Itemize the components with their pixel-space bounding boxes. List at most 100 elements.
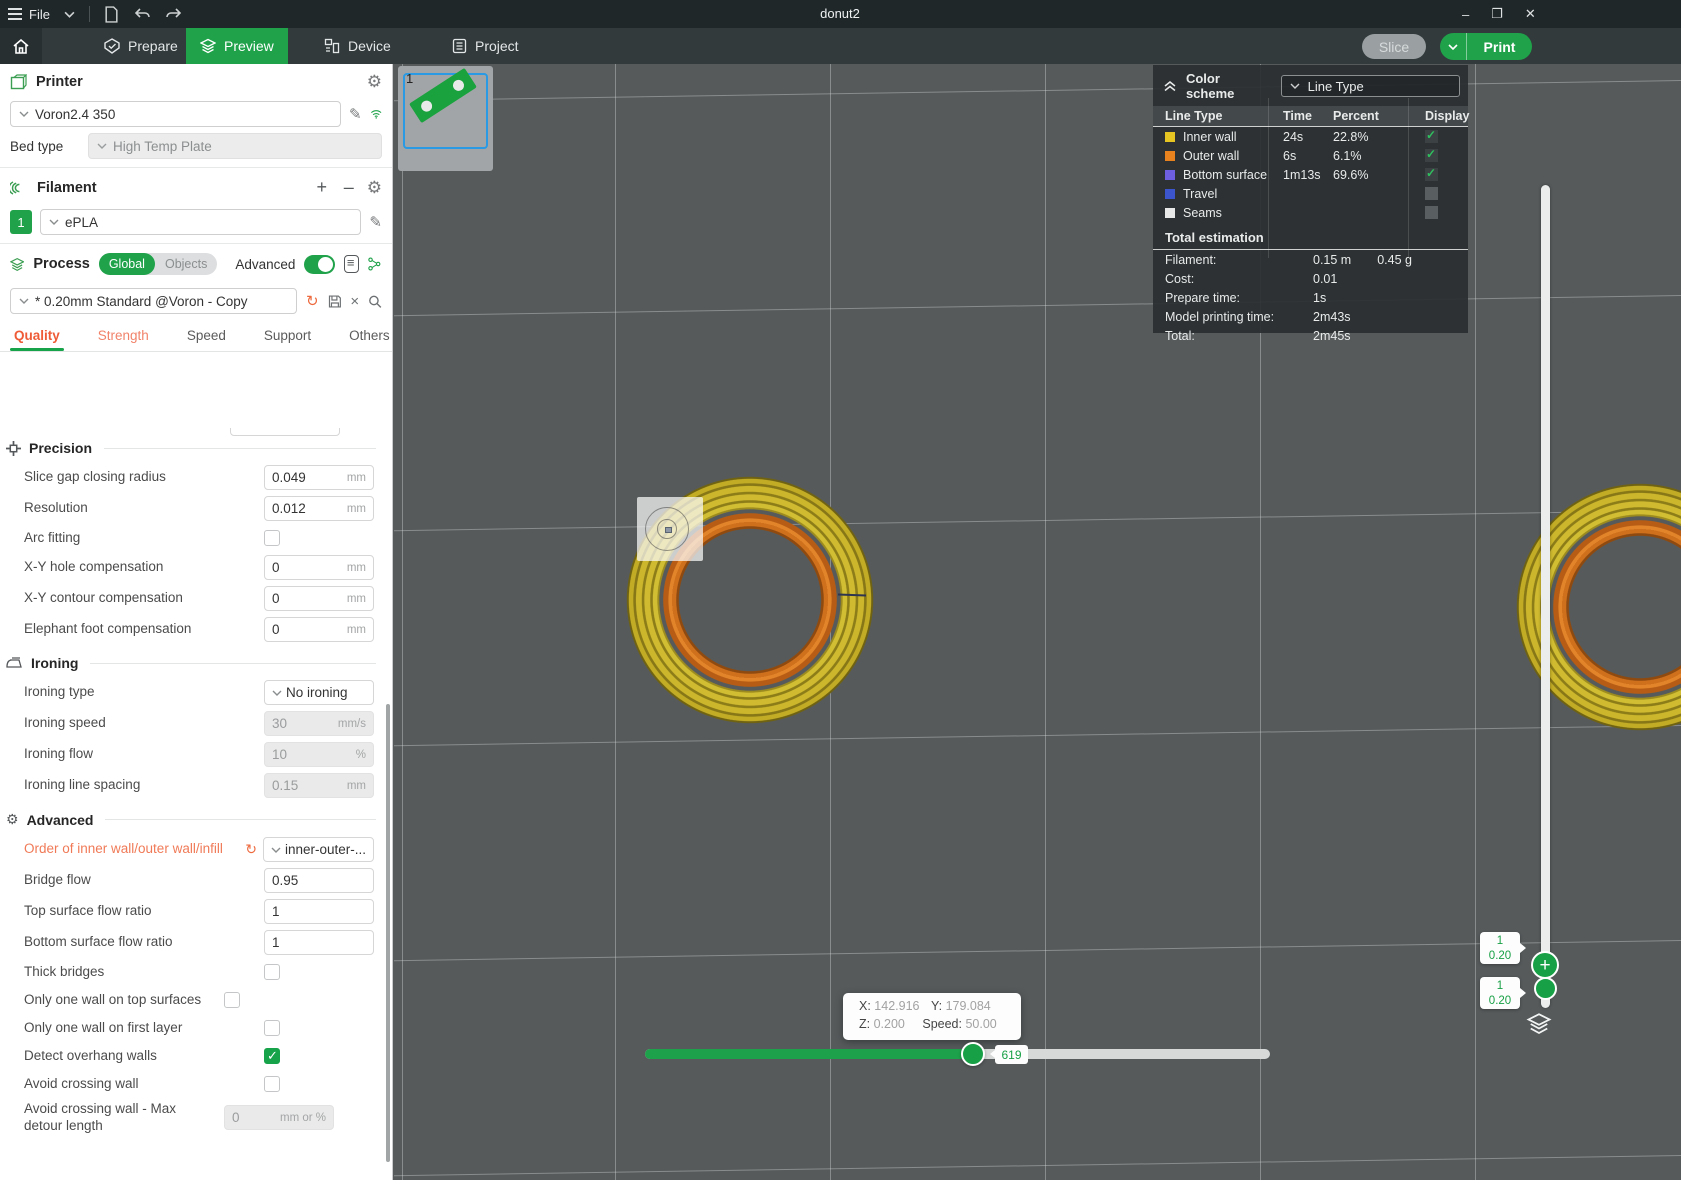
- remove-filament-button[interactable]: –: [340, 177, 358, 198]
- tab-support[interactable]: Support: [264, 324, 311, 351]
- display-checkbox[interactable]: [1425, 206, 1438, 219]
- layer-badge-bottom: 1 0.20: [1480, 977, 1526, 1009]
- slice-button[interactable]: Slice: [1362, 34, 1426, 59]
- filament-settings-gear-icon[interactable]: ⚙: [367, 179, 382, 196]
- setting-row: Resolution 0.012 mm: [0, 493, 384, 524]
- preset-select[interactable]: * 0.20mm Standard @Voron - Copy: [10, 288, 297, 314]
- main-menu-button[interactable]: File: [8, 7, 50, 22]
- preview-3d-viewport[interactable]: 1 Color scheme Line Type Line Type Time …: [394, 64, 1681, 1180]
- resolution-input[interactable]: 0.012 mm: [264, 496, 374, 521]
- arc-fitting-checkbox[interactable]: [264, 530, 280, 546]
- avoid-crossing-wall-checkbox[interactable]: [264, 1076, 280, 1092]
- elephant-foot-compensation-input[interactable]: 0 mm: [264, 617, 374, 642]
- grid-line: [1475, 64, 1476, 1180]
- printer-select[interactable]: Voron2.4 350: [10, 101, 341, 127]
- advanced-toggle[interactable]: [304, 254, 335, 274]
- redo-icon[interactable]: [165, 7, 183, 21]
- tab-speed[interactable]: Speed: [187, 324, 226, 351]
- setting-row: Avoid crossing wall - Max detour length …: [0, 1098, 384, 1138]
- sidebar-scrollbar[interactable]: [386, 704, 390, 1162]
- slice-gap-closing-radius-input[interactable]: 0.049 mm: [264, 465, 374, 490]
- layers-icon[interactable]: [1526, 1012, 1552, 1036]
- layer-slider-track[interactable]: [1541, 185, 1550, 1008]
- bed-type-select[interactable]: High Temp Plate: [88, 133, 382, 159]
- bottom-surface-swatch: [1165, 169, 1175, 180]
- parameter-list-icon[interactable]: [343, 255, 360, 273]
- move-slider-handle[interactable]: [961, 1042, 985, 1066]
- setting-row: Bridge flow 0.95: [0, 865, 384, 896]
- precision-title: Precision: [29, 440, 93, 456]
- display-checkbox[interactable]: [1425, 147, 1438, 162]
- tab-project[interactable]: Project: [438, 28, 533, 64]
- display-checkbox[interactable]: [1425, 166, 1438, 181]
- thick-bridges-checkbox[interactable]: [264, 964, 280, 980]
- plate-thumbnail[interactable]: 1: [398, 66, 493, 171]
- detect-overhang-walls-checkbox[interactable]: [264, 1048, 280, 1064]
- process-graph-icon[interactable]: [368, 256, 382, 272]
- printer-section-header: Printer ⚙: [0, 64, 392, 97]
- tab-device[interactable]: Device: [310, 28, 405, 64]
- close-button[interactable]: ✕: [1525, 6, 1536, 22]
- undo-icon[interactable]: [133, 7, 151, 21]
- wifi-icon[interactable]: [370, 107, 382, 121]
- tab-others[interactable]: Others: [349, 324, 390, 351]
- print-options-chevron[interactable]: [1440, 33, 1467, 60]
- move-slider-track[interactable]: [645, 1049, 1270, 1059]
- only-one-wall-top-checkbox[interactable]: [224, 992, 240, 1008]
- xy-contour-compensation-input[interactable]: 0 mm: [264, 586, 374, 611]
- legend-row: Travel: [1153, 184, 1468, 203]
- total-row: Cost: 0.01: [1165, 271, 1338, 286]
- settings-scroll-area[interactable]: Precision Slice gap closing radius 0.049…: [0, 428, 384, 1180]
- travel-swatch: [1165, 188, 1175, 199]
- ironing-line-spacing-input[interactable]: 0.15 mm: [264, 773, 374, 798]
- bridge-flow-input[interactable]: 0.95: [264, 868, 374, 893]
- tab-prepare[interactable]: Prepare: [90, 28, 192, 64]
- add-filament-button[interactable]: +: [313, 177, 331, 198]
- tab-quality[interactable]: Quality: [10, 324, 64, 351]
- scope-global[interactable]: Global: [98, 253, 155, 275]
- reset-setting-icon[interactable]: ↻: [245, 841, 257, 858]
- setting-row: Top surface flow ratio 1: [0, 896, 384, 927]
- avoid-crossing-max-detour-input[interactable]: 0 mm or %: [224, 1105, 334, 1131]
- maximize-button[interactable]: ❐: [1491, 6, 1503, 22]
- scope-objects[interactable]: Objects: [155, 257, 217, 271]
- search-preset-icon[interactable]: [368, 294, 382, 309]
- layer-slider-add-handle[interactable]: +: [1531, 951, 1559, 979]
- filament-section-title: Filament: [37, 179, 97, 196]
- delete-preset-icon[interactable]: ×: [350, 293, 359, 310]
- print-button-group[interactable]: Print: [1440, 33, 1532, 60]
- bottom-surface-flow-ratio-input[interactable]: 1: [264, 930, 374, 955]
- save-preset-icon[interactable]: [328, 294, 342, 309]
- filament-select[interactable]: ePLA: [40, 209, 362, 235]
- save-project-icon[interactable]: [104, 5, 119, 23]
- edit-filament-icon[interactable]: ✎: [369, 213, 382, 231]
- tab-preview[interactable]: Preview: [186, 28, 288, 64]
- tab-strength[interactable]: Strength: [98, 324, 149, 351]
- color-scheme-select[interactable]: Line Type: [1280, 75, 1460, 97]
- grid-line: [394, 509, 1681, 532]
- ironing-type-select[interactable]: No ironing: [264, 680, 374, 705]
- reset-preset-icon[interactable]: ↻: [306, 292, 319, 310]
- color-scheme-title: Color scheme: [1185, 71, 1235, 101]
- only-one-wall-first-layer-checkbox[interactable]: [264, 1020, 280, 1036]
- ironing-flow-input[interactable]: 10%: [264, 742, 374, 767]
- filament-name: ePLA: [65, 214, 99, 230]
- ironing-speed-input[interactable]: 30 mm/s: [264, 711, 374, 736]
- display-checkbox[interactable]: [1425, 187, 1438, 200]
- move-slider-fill: [645, 1049, 973, 1059]
- layer-slider-handle[interactable]: [1534, 977, 1557, 1000]
- printer-settings-gear-icon[interactable]: ⚙: [367, 73, 382, 90]
- display-checkbox[interactable]: [1425, 128, 1438, 143]
- xy-hole-compensation-input[interactable]: 0 mm: [264, 555, 374, 580]
- chevron-down-icon[interactable]: [64, 11, 75, 18]
- minimize-button[interactable]: –: [1462, 7, 1469, 22]
- setting-row: Ironing flow 10%: [0, 739, 384, 770]
- file-menu-label: File: [29, 6, 50, 22]
- edit-printer-icon[interactable]: ✎: [349, 105, 362, 123]
- top-surface-flow-ratio-input[interactable]: 1: [264, 899, 374, 924]
- process-scope-toggle[interactable]: Global Objects: [98, 253, 218, 275]
- wall-order-select[interactable]: inner-outer-...: [262, 837, 374, 862]
- collapse-panel-icon[interactable]: [1163, 80, 1177, 92]
- home-button[interactable]: [0, 28, 42, 64]
- print-button[interactable]: Print: [1467, 39, 1532, 55]
